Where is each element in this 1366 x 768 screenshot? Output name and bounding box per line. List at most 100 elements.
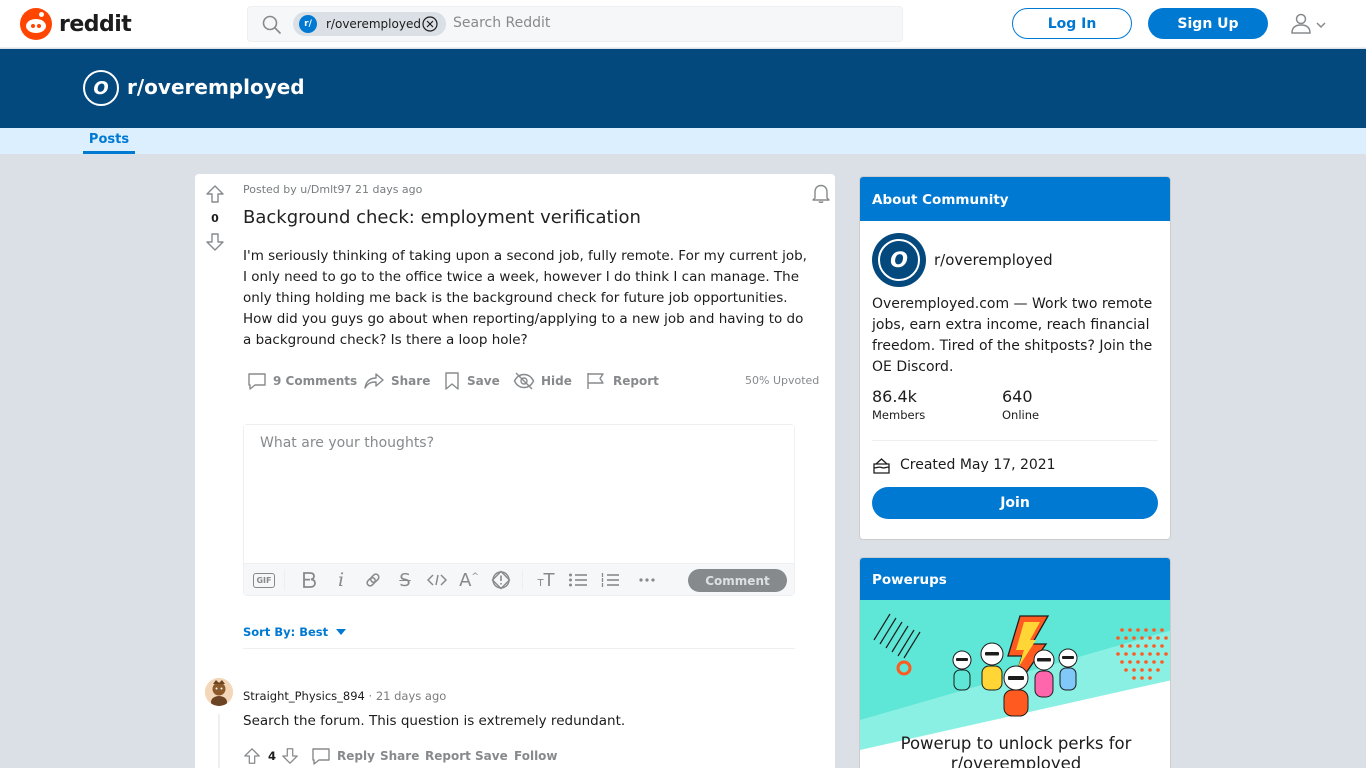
post-title[interactable]: Background check: employment verificatio… <box>243 207 641 228</box>
comment-meta: Straight_Physics_894 · 21 days ago <box>243 689 446 703</box>
save-label: Save <box>467 374 500 388</box>
post-actions: 9 Comments Share Save Hide Report 50% Up… <box>243 368 823 396</box>
post-meta: Posted by u/Dmlt97 21 days ago <box>243 183 423 196</box>
downvote-icon[interactable] <box>205 232 225 256</box>
sort-dropdown[interactable]: Sort By: Best <box>243 625 347 639</box>
online-label: Online <box>1002 408 1040 422</box>
post-card: 0 Posted by u/Dmlt97 21 days ago Backgro… <box>195 174 835 768</box>
comment-textarea[interactable] <box>244 425 794 563</box>
clear-chip-icon[interactable] <box>422 16 438 36</box>
comments-label: 9 Comments <box>273 374 358 388</box>
search-chip-label: r/overemployed <box>326 17 421 31</box>
login-button[interactable]: Log In <box>1012 8 1132 39</box>
upvote-icon[interactable] <box>205 184 225 208</box>
caret-down-icon <box>336 629 347 635</box>
comment-icon <box>312 748 330 765</box>
about-divider <box>872 440 1158 441</box>
report-label: Report <box>613 374 659 388</box>
comment-report-button[interactable]: Report <box>425 744 471 768</box>
about-community-widget: About Community O r/overemployed Overemp… <box>859 176 1171 540</box>
comment-share-button[interactable]: Share <box>380 744 419 768</box>
about-community-header: About Community <box>860 177 1170 221</box>
vote-count: 0 <box>211 212 219 225</box>
search-icon <box>262 15 282 39</box>
reply-label: Reply <box>337 749 375 763</box>
community-avatar: O <box>872 233 926 287</box>
toolbar-divider <box>284 570 285 590</box>
italic-button[interactable]: i <box>329 568 353 592</box>
bookmark-icon <box>445 372 459 390</box>
logo-text: reddit <box>59 11 132 37</box>
reddit-snoo-icon <box>20 8 52 40</box>
join-button[interactable]: Join <box>872 487 1158 519</box>
link-button[interactable] <box>361 568 385 592</box>
bold-button[interactable] <box>297 568 321 592</box>
community-description: Overemployed.com — Work two remote jobs,… <box>872 296 1153 375</box>
heading-button[interactable]: TT <box>534 568 558 592</box>
more-options-button[interactable] <box>635 568 659 592</box>
gif-icon: GIF <box>253 572 275 588</box>
meta-separator: · <box>368 689 373 703</box>
members-label: Members <box>872 408 926 422</box>
subreddit-banner: O r/overemployed <box>0 49 1366 128</box>
powerups-text: Powerup to unlock perks for r/overemploy… <box>900 734 1132 768</box>
search-input[interactable] <box>453 15 873 31</box>
comment-time: 21 days ago <box>375 689 447 703</box>
commenter-avatar[interactable] <box>205 678 233 706</box>
subreddit-title[interactable]: r/overemployed <box>127 75 305 99</box>
members-stat: 86.4k Members <box>872 387 925 422</box>
numbered-list-button[interactable] <box>598 568 622 592</box>
reddit-logo[interactable]: reddit <box>20 8 132 40</box>
gif-button[interactable]: GIF <box>252 568 276 592</box>
created-date: Created May 17, 2021 <box>872 456 1056 474</box>
sort-label: Sort By: Best <box>243 625 329 639</box>
upvote-ratio: 50% Upvoted <box>745 374 820 387</box>
cake-icon <box>873 458 890 474</box>
report-button[interactable]: Report <box>585 368 659 394</box>
comment-upvote-icon[interactable] <box>243 744 261 768</box>
bell-icon[interactable] <box>810 182 832 208</box>
post-body: I'm seriously thinking of taking upon a … <box>243 248 807 348</box>
comment-reply-button[interactable]: Reply <box>311 744 375 768</box>
comment-follow-button[interactable]: Follow <box>514 744 558 768</box>
comment-thread-line[interactable] <box>218 714 220 768</box>
chevron-down-icon <box>1315 16 1327 35</box>
more-icon <box>639 578 655 582</box>
comment-downvote-icon[interactable] <box>281 744 299 768</box>
share-button[interactable]: Share <box>363 368 430 394</box>
strikethrough-button[interactable]: S <box>393 568 417 592</box>
comments-button[interactable]: 9 Comments <box>247 368 357 394</box>
toolbar-divider <box>522 570 523 590</box>
comment-icon <box>248 373 266 390</box>
link-icon <box>366 573 380 587</box>
spoiler-button[interactable] <box>489 568 513 592</box>
code-icon <box>427 574 447 586</box>
comment-author[interactable]: Straight_Physics_894 <box>243 689 365 703</box>
comment-save-button[interactable]: Save <box>475 744 508 768</box>
share-icon <box>364 373 384 389</box>
created-date-text: Created May 17, 2021 <box>900 457 1056 473</box>
flag-icon <box>587 373 604 389</box>
tab-posts[interactable]: Posts <box>83 132 135 154</box>
comment-submit-button[interactable]: Comment <box>688 569 787 592</box>
inline-code-button[interactable] <box>425 568 449 592</box>
avatar-icon <box>205 678 233 706</box>
search-bar[interactable]: r/ r/overemployed <box>247 6 903 42</box>
powerups-header: Powerups <box>860 558 1170 600</box>
bold-icon <box>303 572 316 588</box>
members-count: 86.4k <box>872 387 917 406</box>
share-label: Share <box>391 374 431 388</box>
user-menu-dropdown[interactable] <box>1290 12 1327 38</box>
online-stat: 640 Online <box>1002 387 1039 422</box>
community-name[interactable]: r/overemployed <box>934 251 1053 269</box>
signup-button[interactable]: Sign Up <box>1148 8 1268 39</box>
editor-toolbar: GIF i S A^ TT Comment <box>244 563 794 595</box>
bulleted-list-button[interactable] <box>566 568 590 592</box>
community-logo-icon: O <box>878 239 920 281</box>
numbered-list-icon <box>601 573 619 587</box>
superscript-button[interactable]: A^ <box>457 568 481 592</box>
top-navigation-bar: reddit r/ r/overemployed Log In Sign Up <box>0 0 1366 48</box>
save-button[interactable]: Save <box>443 368 500 394</box>
hide-button[interactable]: Hide <box>513 368 572 394</box>
search-community-chip[interactable]: r/ r/overemployed <box>293 12 446 36</box>
